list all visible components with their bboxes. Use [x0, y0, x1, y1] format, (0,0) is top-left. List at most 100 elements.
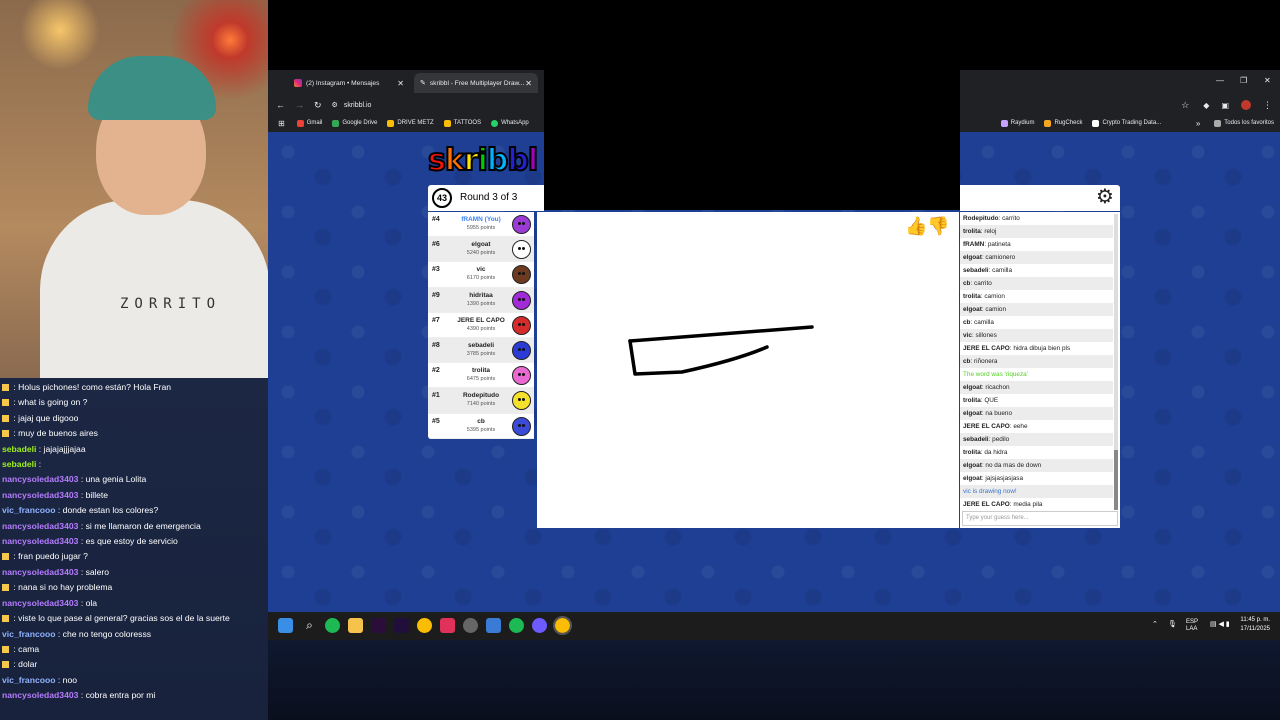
premiere-icon[interactable] [371, 618, 386, 633]
chat-username[interactable]: nancysoledad3403 [2, 521, 78, 531]
wifi-sound-battery-icon[interactable]: ▤ ◀ ▮ [1210, 620, 1230, 628]
apps-grid-icon[interactable]: ⊞ [278, 119, 285, 128]
player-points: 4390 points [466, 325, 496, 332]
tab-instagram[interactable]: (2) Instagram • Mensajes ✕ [288, 73, 410, 93]
screen: ZORRITO : Holus pichones! como están? Ho… [0, 0, 1280, 720]
chat-text: ricachon [985, 384, 1010, 391]
chat-username[interactable]: nancysoledad3403 [2, 598, 78, 608]
bookmark-rugcheck[interactable]: RugCheck [1044, 119, 1082, 127]
chrome-active-icon[interactable] [553, 616, 572, 635]
drawing-canvas[interactable] [537, 212, 959, 528]
game-chat-message: elgoat: jajsjasjasjasa [960, 472, 1113, 485]
skribbl-logo: skribbl [427, 142, 539, 179]
chat-username: elgoat [963, 475, 982, 482]
file-explorer-icon[interactable] [348, 618, 363, 633]
forward-icon[interactable]: → [295, 100, 304, 110]
player-row[interactable]: #4 fRAMN (You) 5955 points [428, 212, 534, 238]
discord-icon[interactable] [532, 618, 547, 633]
extensions-puzzle-icon[interactable]: ▣ [1221, 101, 1229, 110]
app-icon[interactable] [440, 618, 455, 633]
back-icon[interactable]: ← [276, 100, 285, 110]
player-row[interactable]: #8 sebadeli 3785 points [428, 337, 534, 364]
player-row[interactable]: #7 JERE EL CAPO 4390 points [428, 313, 534, 338]
player-row[interactable]: #6 elgoat 5240 points [428, 237, 534, 263]
bookmark-raydium[interactable]: Raydium [1000, 119, 1034, 127]
player-row[interactable]: #9 hidritaa 1390 points [428, 287, 534, 313]
chat-separator: : [55, 628, 63, 639]
tab-skribbl[interactable]: ✎ skribbl - Free Multiplayer Draw... ✕ [414, 73, 538, 93]
close-window-icon[interactable]: ✕ [1264, 76, 1271, 85]
more-bookmarks-icon[interactable]: » [1196, 119, 1200, 128]
bookmark-crypto[interactable]: Crypto Trading Data... [1092, 119, 1161, 127]
chat-username[interactable]: vic_francooo [2, 675, 56, 685]
player-row[interactable]: #5 cb 5395 points [428, 414, 534, 439]
chat-username[interactable]: vic_francooo [2, 505, 56, 515]
game-chat: Rodepitudo: carrito trolita: reloj fRAMN: … [960, 212, 1120, 528]
chat-text: vic is drawing now! [963, 488, 1017, 495]
chrome-icon[interactable] [417, 618, 432, 633]
app-icon-2[interactable] [486, 618, 501, 633]
chat-username[interactable]: nancysoledad3403 [2, 490, 78, 500]
close-tab-icon[interactable]: ✕ [397, 79, 404, 88]
site-info-icon[interactable]: ⚙ [332, 101, 338, 109]
chat-text: si me llamaron de emergencia [85, 520, 201, 531]
clock[interactable]: 11:45 p. m. 17/11/2025 [1240, 616, 1270, 634]
chat-username[interactable]: nancysoledad3403 [2, 567, 78, 577]
close-tab-icon[interactable]: ✕ [525, 79, 532, 88]
chat-username[interactable]: vic_francooo [2, 629, 56, 639]
player-avatar [512, 290, 531, 310]
settings-gear-icon[interactable]: ⚙ [1096, 187, 1114, 207]
steam-icon[interactable] [463, 618, 478, 633]
guess-input[interactable]: Type your guess here... [962, 511, 1118, 526]
reload-icon[interactable]: ↻ [314, 100, 322, 111]
chat-username[interactable]: nancysoledad3403 [2, 474, 78, 484]
maximize-icon[interactable]: ❐ [1240, 76, 1247, 85]
chat-text: muy de buenos aires [18, 428, 98, 439]
url-field[interactable]: skribbl.io [344, 102, 372, 109]
chat-username: sebadeli [963, 436, 989, 443]
bookmark-whatsapp[interactable]: WhatsApp [491, 119, 529, 127]
game-chat-message: cb: camilla [960, 316, 1113, 329]
extension-icon[interactable]: ◆ [1203, 101, 1209, 110]
game-chat-message: trolita: da hidra [960, 446, 1113, 459]
logo-letter: b [506, 142, 530, 179]
search-icon[interactable]: ⌕ [302, 618, 317, 633]
player-row[interactable]: #2 trolita 6475 points [428, 363, 534, 389]
chat-text: jajsjasjasjasa [985, 475, 1024, 482]
chat-username[interactable]: sebadeli [2, 444, 36, 454]
chat-text: Holus pichones! como están? Hola Fran [18, 382, 172, 392]
thumbs-up-icon[interactable]: 👍 [905, 216, 927, 236]
spotify-icon-2[interactable] [509, 618, 524, 633]
spotify-icon[interactable] [325, 618, 340, 633]
chat-text: una genia Lolita [85, 474, 147, 485]
stream-chat-message: : muy de buenos aires [0, 426, 268, 441]
mic-icon[interactable]: 🎙 [1168, 620, 1177, 628]
stream-chat-message: : nana si no hay problema [0, 580, 268, 595]
player-row[interactable]: #3 vic 6170 points [428, 262, 534, 288]
language-indicator[interactable]: ESP LAA [1186, 619, 1198, 633]
bookmark-star-icon[interactable]: ☆ [1181, 100, 1189, 111]
all-favorites[interactable]: Todos los favoritos [1214, 119, 1274, 127]
chat-username[interactable]: sebadeli [2, 459, 36, 469]
chat-scroll-thumb[interactable] [1114, 450, 1118, 510]
after-effects-icon[interactable] [394, 618, 409, 633]
chat-username[interactable]: nancysoledad3403 [2, 690, 78, 700]
bookmark-google-drive[interactable]: Google Drive [332, 119, 377, 127]
menu-icon[interactable]: ⋮ [1263, 100, 1272, 111]
player-row[interactable]: #1 Rodepitudo 7140 points [428, 388, 534, 414]
tray-chevron-icon[interactable]: ⌃ [1152, 620, 1158, 628]
bookmark-gmail[interactable]: Gmail [296, 119, 322, 127]
player-name: vic [476, 266, 486, 274]
bookmark-tattoos[interactable]: TATTOOS [443, 119, 481, 127]
chat-username: elgoat [963, 254, 982, 261]
chat-text: eehe [1013, 423, 1028, 430]
subscriber-badge-icon [2, 584, 9, 592]
start-icon[interactable] [278, 618, 293, 633]
bookmark-drive-metz[interactable]: DRIVE METZ [387, 119, 434, 127]
minimize-icon[interactable]: — [1216, 76, 1224, 85]
profile-avatar[interactable] [1241, 100, 1251, 110]
chat-text: jajaj que digooo [18, 412, 79, 423]
chat-username[interactable]: nancysoledad3403 [2, 536, 78, 546]
chat-scrollbar[interactable] [1114, 214, 1118, 510]
thumbs-down-icon[interactable]: 👎 [927, 216, 949, 236]
